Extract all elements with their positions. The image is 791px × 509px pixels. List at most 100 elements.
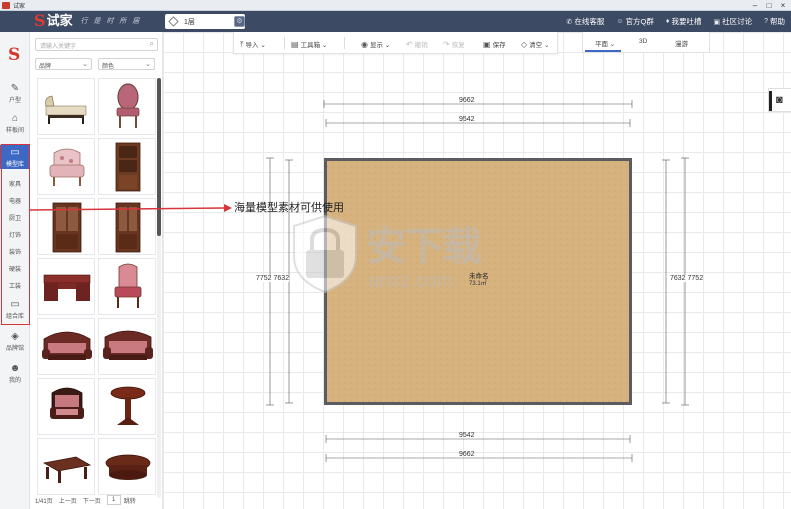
combo-library-icon: ▭ <box>10 299 20 310</box>
wooden-bookcase-image <box>115 142 141 192</box>
watermark: 安下载 anxz.com <box>288 212 506 294</box>
go-page-button[interactable]: 跳转 <box>124 496 136 505</box>
category-lighting[interactable]: 灯饰 <box>0 230 30 239</box>
brand-icon: ◈ <box>11 331 19 342</box>
left-icon-sidebar: S ✎ 户型 ⌂ 样板间 ▭ 模型库 家具 电器 厨卫 灯饰 装饰 硬装 工装 … <box>0 32 30 509</box>
sidebar-item-label: 我的 <box>8 378 21 384</box>
writing-desk-image <box>43 274 91 301</box>
sidebar-item-label: 品牌馆 <box>5 346 24 352</box>
model-item-dark-armchair[interactable] <box>37 378 95 435</box>
design-canvas[interactable]: 9662 9542 9542 9662 7752 7632 7632 7752 … <box>163 32 791 509</box>
sidebar-item-mine[interactable]: ☻ 我的 <box>0 364 30 388</box>
nav-link-label: 在线客服 <box>574 17 605 26</box>
window-titlebar: 试家 – □ × <box>0 0 791 11</box>
model-item-chaise-lounge[interactable] <box>37 78 95 135</box>
eye-icon: ◉ <box>361 40 368 49</box>
sidebar-item-floorplan[interactable]: ✎ 户型 <box>0 82 30 105</box>
model-item-round-coffee-table[interactable] <box>98 438 156 495</box>
toolbar-divider <box>284 37 285 49</box>
model-item-writing-desk[interactable] <box>37 258 95 315</box>
category-furniture[interactable]: 家具 <box>0 179 30 188</box>
model-item-carved-loveseat[interactable] <box>98 318 156 375</box>
red-armchair-image <box>114 263 142 308</box>
nav-link-feedback[interactable]: ♦ 我要吐槽 <box>666 16 702 27</box>
model-panel: 请输入关键字 ⌕ 品牌 ⌄ 颜色 ⌄ 1/41页 上一页 下一页 1 跳转 <box>30 32 163 509</box>
category-decoration[interactable]: 装饰 <box>0 247 30 256</box>
model-item-round-side-table[interactable] <box>98 378 156 435</box>
floor-settings-icon[interactable]: ⚙ <box>234 16 245 27</box>
sidebar-item-label: 样板间 <box>5 128 24 134</box>
undo-button[interactable]: ↶ 撤销 <box>406 39 428 49</box>
carved-sofa-image <box>42 331 92 360</box>
page-number-input[interactable]: 1 <box>106 495 121 505</box>
close-icon[interactable]: × <box>776 0 790 11</box>
sidebar-item-label: 户型 <box>8 98 21 104</box>
panel-scrollbar[interactable] <box>157 78 161 498</box>
nav-link-online-service[interactable]: ✆ 在线客服 <box>567 16 605 27</box>
chevron-down-icon: ⌄ <box>145 61 151 68</box>
clear-button[interactable]: ◇ 清空 ⌄ <box>521 39 549 49</box>
redo-icon: ↷ <box>443 40 450 49</box>
community-icon: ▣ <box>713 18 721 26</box>
prev-page-button[interactable]: 上一页 <box>59 496 77 505</box>
model-item-coffee-table[interactable] <box>37 438 95 495</box>
brand-filter-select[interactable]: 品牌 ⌄ <box>35 58 92 70</box>
top-nav-links: ✆ 在线客服 ☺ 官方Q群 ♦ 我要吐槽 ▣ 社区讨论 ? 帮助 <box>555 11 785 32</box>
camera-button-bar <box>769 91 772 111</box>
redo-button[interactable]: ↷ 恢复 <box>443 39 465 49</box>
model-item-floral-armchair[interactable] <box>37 138 95 195</box>
logo-slogan: 行 是 时 所 居 <box>80 18 142 25</box>
model-item-red-armchair[interactable] <box>98 258 156 315</box>
main-toolbar: ⤒ 导入 ⌄ ▤ 工具箱 ⌄ ◉ 显示 ⌄ ↶ 撤销 ↷ 恢复 ▣ 保存 ◇ 清空 ⌄ <box>233 32 558 54</box>
tab-plan[interactable]: 平面 ⌄ <box>595 38 615 48</box>
chaise-lounge-image <box>45 95 87 124</box>
model-item-carved-sofa[interactable] <box>37 318 95 375</box>
undo-icon: ↶ <box>406 40 413 49</box>
dimension-top-outer: 9662 <box>459 97 475 104</box>
coffee-table-image <box>42 456 92 483</box>
watermark-cn: 安下载 <box>366 224 482 270</box>
tab-roam[interactable]: 漫游 <box>675 38 688 48</box>
search-input[interactable]: 请输入关键字 ⌕ <box>35 38 158 51</box>
nav-link-help[interactable]: ? 帮助 <box>764 16 785 27</box>
sidebar-item-combo-library[interactable]: ▭ 组合库 <box>0 300 30 324</box>
nav-link-label: 我要吐槽 <box>671 17 702 26</box>
display-label: 显示 <box>369 42 383 49</box>
category-kitchen-bath[interactable]: 厨卫 <box>0 213 30 222</box>
floor-select[interactable]: 1层 ⌄ <box>165 14 245 29</box>
app-logo[interactable]: S 试家 行 是 时 所 居 <box>34 13 141 29</box>
dimension-right: 7632 7752 <box>670 275 704 282</box>
color-filter-select[interactable]: 颜色 ⌄ <box>98 58 155 70</box>
save-button[interactable]: ▣ 保存 <box>483 39 506 49</box>
import-button[interactable]: ⤒ 导入 ⌄ <box>240 39 266 50</box>
sidebar-item-showroom[interactable]: ⌂ 样板间 <box>0 112 30 136</box>
sidebar-item-label: 组合库 <box>5 314 24 320</box>
oval-back-chair-image <box>116 83 140 128</box>
search-icon[interactable]: ⌕ <box>150 39 154 49</box>
next-page-button[interactable]: 下一页 <box>83 496 101 505</box>
window-title: 试家 <box>13 3 26 10</box>
model-item-oval-back-chair[interactable] <box>98 78 156 135</box>
top-navigation-bar: S 试家 行 是 时 所 居 1层 ⌄ ⚙ ✆在线客服 ☺官方Q群 ♦我要吐槽 … <box>0 11 791 32</box>
model-item-wooden-bookcase[interactable] <box>98 138 156 195</box>
tab-3d[interactable]: 3D <box>639 38 647 45</box>
display-button[interactable]: ◉ 显示 ⌄ <box>361 39 390 49</box>
pencil-icon: ✎ <box>10 83 20 94</box>
maximize-icon[interactable]: □ <box>762 0 776 11</box>
logo-mark: S <box>34 11 46 30</box>
save-label: 保存 <box>492 42 506 49</box>
toolbar-divider <box>344 37 345 49</box>
nav-link-qq-group[interactable]: ☺ 官方Q群 <box>616 16 654 27</box>
category-appliance[interactable]: 电器 <box>0 196 30 205</box>
eraser-icon: ◇ <box>521 40 528 49</box>
minimize-icon[interactable]: – <box>748 0 762 11</box>
shield-icon <box>293 214 357 294</box>
search-placeholder: 请输入关键字 <box>40 44 77 50</box>
toolbox-button[interactable]: ▤ 工具箱 ⌄ <box>291 39 327 49</box>
screenshot-button[interactable]: ◙ <box>768 88 791 112</box>
nav-link-community[interactable]: ▣ 社区讨论 <box>713 16 752 27</box>
sidebar-item-brand-hall[interactable]: ◈ 品牌馆 <box>0 332 30 356</box>
category-commercial[interactable]: 工装 <box>0 281 30 290</box>
category-hardware[interactable]: 硬装 <box>0 264 30 273</box>
watermark-en: anxz.com <box>368 270 454 292</box>
